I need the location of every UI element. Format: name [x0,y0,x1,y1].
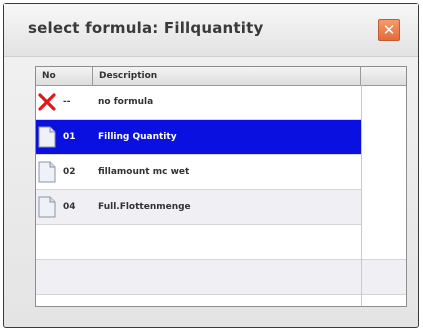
row-description: Full.Flottenmenge [98,202,191,212]
select-formula-dialog: select formula: Fillquantity ✕ No Descri… [3,3,419,328]
row-description: no formula [98,97,154,107]
empty-row [36,260,406,295]
red-x-icon [38,91,56,113]
column-header-description[interactable]: Description [93,67,361,85]
list-item-fillamount-mc-wet[interactable]: 02 fillamount mc wet [36,155,361,190]
column-header-no[interactable]: No [36,67,93,85]
document-icon [38,196,56,218]
empty-row [36,295,406,306]
column-divider [361,85,362,306]
formula-list[interactable]: No Description -- no formula 01 Filling … [35,66,407,307]
empty-row [36,225,406,260]
close-button[interactable]: ✕ [378,19,400,41]
dialog-title: select formula: Fillquantity [28,19,264,37]
list-item-full-flottenmenge[interactable]: 04 Full.Flottenmenge [36,190,361,225]
row-number: 02 [63,167,76,177]
document-icon [38,126,56,148]
row-number: 01 [63,132,76,142]
row-number: 04 [63,202,76,212]
list-item-no-formula[interactable]: -- no formula [36,85,361,120]
document-icon [38,161,56,183]
row-description: fillamount mc wet [98,167,190,177]
row-description: Filling Quantity [98,132,177,142]
row-number: -- [63,97,71,107]
close-icon: ✕ [382,21,396,39]
column-header-empty[interactable] [361,67,406,85]
list-item-filling-quantity[interactable]: 01 Filling Quantity [36,120,361,155]
list-header: No Description [36,67,406,86]
dialog-titlebar[interactable]: select formula: Fillquantity ✕ [4,4,418,57]
